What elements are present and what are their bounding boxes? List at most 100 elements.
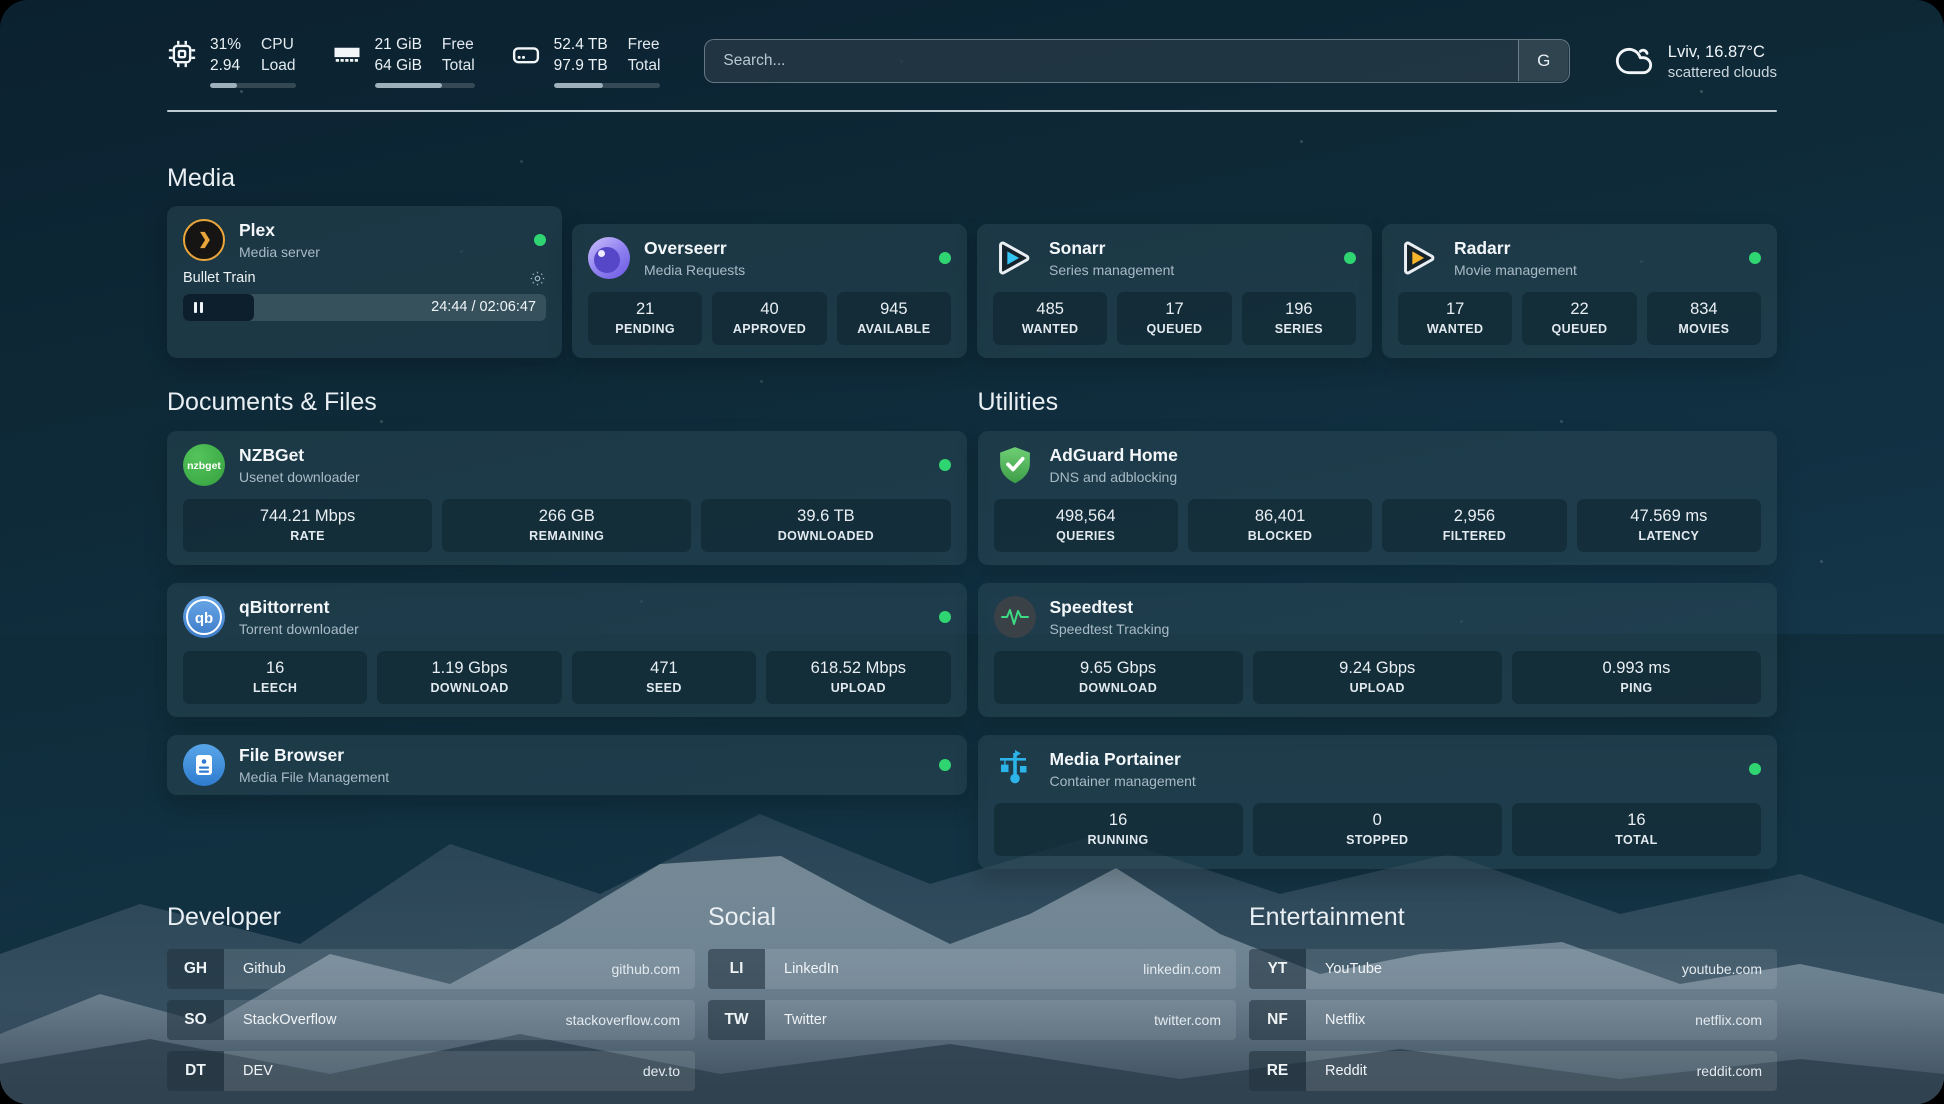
- stat-box: 834 MOVIES: [1647, 292, 1761, 345]
- filebrowser-subtitle: Media File Management: [239, 769, 389, 785]
- stat-box: 40 APPROVED: [712, 292, 826, 345]
- bookmark-twitter[interactable]: TW Twitter twitter.com: [708, 1000, 1236, 1040]
- speedtest-card[interactable]: Speedtest Speedtest Tracking 9.65 Gbps D…: [978, 583, 1778, 717]
- disk-free-label: Free: [628, 34, 661, 55]
- cloud-icon: [1614, 41, 1654, 81]
- portainer-subtitle: Container management: [1050, 773, 1196, 789]
- cpu-usage-value: 31%: [210, 34, 241, 55]
- sonarr-status-dot: [1344, 252, 1356, 264]
- cpu-label: CPU: [261, 34, 295, 55]
- portainer-icon: [994, 748, 1036, 790]
- bookmark-linkedin[interactable]: LI LinkedIn linkedin.com: [708, 949, 1236, 989]
- sonarr-subtitle: Series management: [1049, 262, 1174, 278]
- bookmark-abbr: LI: [708, 949, 765, 989]
- nzbget-icon: nzbget: [183, 444, 225, 486]
- stat-box: 16 LEECH: [183, 651, 367, 704]
- cpu-progress-bar: [210, 83, 296, 88]
- top-bar: 31% 2.94 CPU Load: [167, 34, 1777, 88]
- stat-box: 196 SERIES: [1242, 292, 1356, 345]
- plex-subtitle: Media server: [239, 244, 320, 260]
- memory-free-label: Free: [442, 34, 475, 55]
- bookmark-dev[interactable]: DT DEV dev.to: [167, 1051, 695, 1091]
- bookmark-youtube[interactable]: YT YouTube youtube.com: [1249, 949, 1777, 989]
- qbittorrent-title: qBittorrent: [239, 597, 359, 619]
- header-divider: [167, 110, 1777, 112]
- sonarr-icon: [993, 237, 1035, 279]
- qbittorrent-card[interactable]: qb qBittorrent Torrent downloader 16 LEE…: [167, 583, 967, 717]
- adguard-icon: [994, 444, 1036, 486]
- portainer-card[interactable]: Media Portainer Container management 16 …: [978, 735, 1778, 869]
- stat-box: 498,564 QUERIES: [994, 499, 1178, 552]
- developer-bookmarks: Developer GH Github github.com SO StackO…: [167, 903, 695, 1102]
- entertainment-bookmarks: Entertainment YT YouTube youtube.com NF …: [1249, 903, 1777, 1102]
- playback-time: 24:44 / 02:06:47: [431, 294, 536, 321]
- documents-column: Documents & Files nzbget NZBGet Usenet d…: [167, 358, 967, 795]
- cpu-stat: 31% 2.94 CPU Load: [167, 34, 296, 88]
- weather-location-temp: Lviv, 16.87°C: [1668, 41, 1777, 63]
- media-settings-icon[interactable]: [529, 270, 546, 287]
- search-provider-button[interactable]: G: [1518, 40, 1568, 81]
- system-stats: 31% 2.94 CPU Load: [167, 34, 660, 88]
- stat-box: 17 WANTED: [1398, 292, 1512, 345]
- bookmark-url: netflix.com: [1695, 1012, 1777, 1028]
- utilities-column: Utilities AdGuard Home: [978, 358, 1778, 869]
- disk-total-label: Total: [628, 55, 661, 76]
- bookmark-reddit[interactable]: RE Reddit reddit.com: [1249, 1051, 1777, 1091]
- bookmark-name: DEV: [226, 1063, 273, 1079]
- bookmark-url: reddit.com: [1697, 1063, 1777, 1079]
- bookmark-name: Netflix: [1308, 1012, 1365, 1028]
- bookmark-name: Reddit: [1308, 1063, 1367, 1079]
- search-input[interactable]: [704, 39, 1569, 83]
- bookmark-stackoverflow[interactable]: SO StackOverflow stackoverflow.com: [167, 1000, 695, 1040]
- bookmark-url: dev.to: [643, 1063, 695, 1079]
- qbittorrent-status-dot: [939, 611, 951, 623]
- stat-box: 1.19 Gbps DOWNLOAD: [377, 651, 561, 704]
- sonarr-card[interactable]: Sonarr Series management 485 WANTED 17 Q…: [977, 224, 1372, 358]
- plex-icon: [183, 219, 225, 261]
- adguard-card[interactable]: AdGuard Home DNS and adblocking 498,564 …: [978, 431, 1778, 565]
- radarr-title: Radarr: [1454, 238, 1577, 260]
- bookmark-abbr: YT: [1249, 949, 1306, 989]
- bookmark-abbr: NF: [1249, 1000, 1306, 1040]
- weather-widget: Lviv, 16.87°C scattered clouds: [1614, 41, 1777, 81]
- speedtest-subtitle: Speedtest Tracking: [1050, 621, 1170, 637]
- stat-box: 2,956 FILTERED: [1382, 499, 1566, 552]
- svg-text:qb: qb: [195, 610, 213, 627]
- portainer-title: Media Portainer: [1050, 749, 1196, 771]
- bookmark-github[interactable]: GH Github github.com: [167, 949, 695, 989]
- bookmark-url: youtube.com: [1682, 961, 1777, 977]
- now-playing-title: Bullet Train: [183, 270, 256, 286]
- stat-box: 22 QUEUED: [1522, 292, 1636, 345]
- filebrowser-title: File Browser: [239, 745, 389, 767]
- nzbget-card[interactable]: nzbget NZBGet Usenet downloader 744.21 M…: [167, 431, 967, 565]
- stat-box: 47.569 ms LATENCY: [1577, 499, 1761, 552]
- speedtest-title: Speedtest: [1050, 597, 1170, 619]
- bookmark-netflix[interactable]: NF Netflix netflix.com: [1249, 1000, 1777, 1040]
- bookmark-abbr: DT: [167, 1051, 224, 1091]
- plex-card[interactable]: Plex Media server Bullet Train: [167, 206, 562, 358]
- stat-box: 9.65 Gbps DOWNLOAD: [994, 651, 1243, 704]
- radarr-subtitle: Movie management: [1454, 262, 1577, 278]
- speedtest-icon: [994, 596, 1036, 638]
- stat-box: 744.21 Mbps RATE: [183, 499, 432, 552]
- bookmark-name: StackOverflow: [226, 1012, 336, 1028]
- bookmark-abbr: TW: [708, 1000, 765, 1040]
- playback-progress-bar: 24:44 / 02:06:47: [183, 294, 546, 321]
- filebrowser-icon: [183, 744, 225, 786]
- bookmark-abbr: RE: [1249, 1051, 1306, 1091]
- weather-condition: scattered clouds: [1668, 64, 1777, 81]
- nzbget-title: NZBGet: [239, 445, 360, 467]
- filebrowser-card[interactable]: File Browser Media File Management: [167, 735, 967, 795]
- radarr-card[interactable]: Radarr Movie management 17 WANTED 22 QUE…: [1382, 224, 1777, 358]
- memory-stat: 21 GiB 64 GiB Free Total: [332, 34, 475, 88]
- qbittorrent-subtitle: Torrent downloader: [239, 621, 359, 637]
- stat-box: 0.993 ms PING: [1512, 651, 1761, 704]
- overseerr-title: Overseerr: [644, 238, 745, 260]
- pause-icon: [194, 302, 203, 313]
- section-title-media: Media: [167, 164, 1777, 193]
- portainer-status-dot: [1749, 763, 1761, 775]
- radarr-status-dot: [1749, 252, 1761, 264]
- overseerr-card[interactable]: Overseerr Media Requests 21 PENDING 40 A…: [572, 224, 967, 358]
- plex-title: Plex: [239, 220, 320, 242]
- stat-box: 618.52 Mbps UPLOAD: [766, 651, 950, 704]
